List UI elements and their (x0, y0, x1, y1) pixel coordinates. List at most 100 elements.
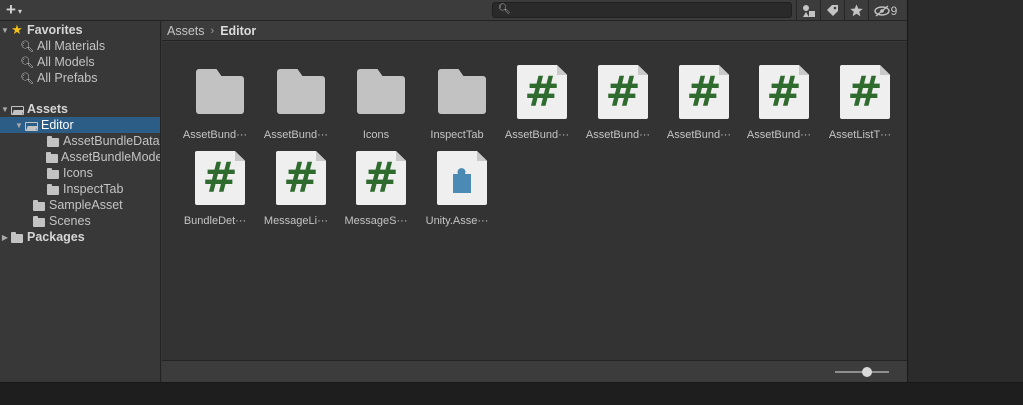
breadcrumb-editor[interactable]: Editor (220, 24, 256, 38)
favorite-star-icon[interactable] (844, 0, 868, 21)
script-item[interactable]: # AssetBund··· (660, 52, 738, 141)
label-tag-icon[interactable] (820, 0, 844, 21)
scene-filter-icon[interactable] (796, 0, 820, 21)
asset-name-label: AssetBund··· (746, 129, 812, 141)
script-glyph: # (766, 67, 802, 116)
folder-item[interactable]: InspectTab (418, 52, 496, 141)
hidden-count: 9 (890, 3, 898, 18)
asset-name-label: AssetBund··· (666, 129, 732, 141)
zoom-slider-handle[interactable] (862, 367, 872, 377)
script-glyph: # (847, 67, 883, 116)
script-item[interactable]: # MessageLi··· (257, 138, 335, 227)
star-icon: ★ (11, 22, 23, 37)
tree-item-assetbundlemodel[interactable]: AssetBundleModel (0, 149, 161, 165)
search-field[interactable]: 🔍︎ (492, 2, 792, 18)
chevron-right-icon: › (210, 24, 215, 37)
folder-icon (195, 65, 245, 117)
tree-item-label: All Materials (37, 39, 106, 53)
tree-item-label: AssetBundleModel (61, 150, 161, 164)
hidden-packages-toggle[interactable]: 9 (868, 0, 902, 21)
script-glyph: # (524, 67, 560, 116)
search-icon: 🔍︎ (20, 40, 34, 53)
tree-favorites[interactable]: ▼ ★ Favorites (0, 22, 160, 38)
tree-item-label: SampleAsset (49, 198, 123, 212)
tree-item-label: Icons (63, 166, 93, 180)
tree-item-all-materials[interactable]: 🔍︎ All Materials (0, 38, 160, 54)
folder-icon (46, 135, 60, 147)
csharp-script-icon: # (517, 65, 567, 119)
tree-item-editor[interactable]: ▼ Editor (0, 117, 160, 133)
bottom-status-strip (0, 382, 1023, 405)
folder-icon (356, 65, 406, 117)
csharp-script-icon: # (276, 151, 326, 205)
folder-item[interactable]: Icons (337, 52, 415, 141)
search-icon: 🔍︎ (498, 4, 511, 15)
tree-item-label: InspectTab (63, 182, 124, 196)
asset-name-label: Unity.Asse··· (425, 215, 489, 227)
asset-name-label: AssetBund··· (585, 129, 651, 141)
script-item[interactable]: # AssetBund··· (579, 52, 657, 141)
create-asset-button[interactable]: + ▾ (6, 0, 34, 19)
asset-name-label: BundleDet··· (183, 215, 247, 227)
tree-packages[interactable]: ▶ Packages (0, 229, 160, 245)
assembly-item[interactable]: Unity.Asse··· (418, 138, 496, 227)
expand-arrow-icon[interactable]: ▼ (0, 26, 10, 35)
plus-icon: + (6, 0, 16, 19)
tree-item-assetbundledata[interactable]: AssetBundleData (0, 133, 160, 149)
puzzle-icon (453, 168, 471, 193)
tree-item-icons[interactable]: Icons (0, 165, 160, 181)
script-glyph: # (686, 67, 722, 116)
asset-grid: AssetBund··· AssetBund··· Icons InspectTab #… (162, 42, 907, 360)
tree-item-scenes[interactable]: Scenes (0, 213, 160, 229)
tree-item-label: Scenes (49, 214, 91, 228)
asset-name-label: AssetBund··· (504, 129, 570, 141)
expand-arrow-icon[interactable]: ▼ (14, 121, 24, 130)
csharp-script-icon: # (195, 151, 245, 205)
tree-item-all-models[interactable]: 🔍︎ All Models (0, 54, 160, 70)
script-item[interactable]: # MessageS··· (337, 138, 415, 227)
right-panel (907, 0, 1023, 382)
script-glyph: # (363, 153, 399, 202)
folder-icon (437, 65, 487, 117)
script-item[interactable]: # BundleDet··· (176, 138, 254, 227)
asset-name-label: MessageS··· (344, 215, 408, 227)
tree-assets[interactable]: ▼ Assets (0, 101, 160, 117)
tree-item-sampleasset[interactable]: SampleAsset (0, 197, 160, 213)
asset-name-label: MessageLi··· (263, 215, 329, 227)
grid-footer (162, 360, 907, 382)
assembly-definition-icon (437, 151, 487, 205)
script-item[interactable]: # AssetBund··· (498, 52, 576, 141)
expand-arrow-icon[interactable]: ▶ (0, 233, 10, 242)
folder-icon (32, 199, 46, 211)
folder-icon (32, 215, 46, 227)
tree-item-inspecttab[interactable]: InspectTab (0, 181, 160, 197)
expand-arrow-icon[interactable]: ▼ (0, 105, 10, 114)
script-glyph: # (283, 153, 319, 202)
tree-item-label: All Models (37, 55, 95, 69)
csharp-script-icon: # (679, 65, 729, 119)
folder-tree-panel: ▼ ★ Favorites 🔍︎ All Materials 🔍︎ All Mo… (0, 21, 161, 382)
open-folder-icon (10, 103, 24, 115)
folder-item[interactable]: AssetBund··· (257, 52, 335, 141)
tree-assets-label: Assets (27, 102, 68, 116)
open-folder-icon (24, 119, 38, 131)
breadcrumb-assets[interactable]: Assets (167, 24, 205, 38)
chevron-down-icon: ▾ (17, 6, 22, 16)
script-item[interactable]: # AssetBund··· (740, 52, 818, 141)
search-icon: 🔍︎ (20, 72, 34, 85)
project-toolbar: + ▾ 🔍︎ 9 (0, 0, 907, 21)
search-input[interactable] (511, 3, 787, 17)
folder-item[interactable]: AssetBund··· (176, 52, 254, 141)
csharp-script-icon: # (356, 151, 406, 205)
hidden-eye-icon (873, 4, 890, 17)
folder-icon (46, 167, 60, 179)
tree-favorites-label: Favorites (27, 23, 83, 37)
script-glyph: # (605, 67, 641, 116)
breadcrumb: Assets › Editor (162, 21, 907, 41)
csharp-script-icon: # (840, 65, 890, 119)
folder-icon (10, 231, 24, 243)
tree-item-label: All Prefabs (37, 71, 98, 85)
search-icon: 🔍︎ (20, 56, 34, 69)
script-item[interactable]: # AssetListT··· (821, 52, 899, 141)
tree-item-all-prefabs[interactable]: 🔍︎ All Prefabs (0, 70, 160, 86)
